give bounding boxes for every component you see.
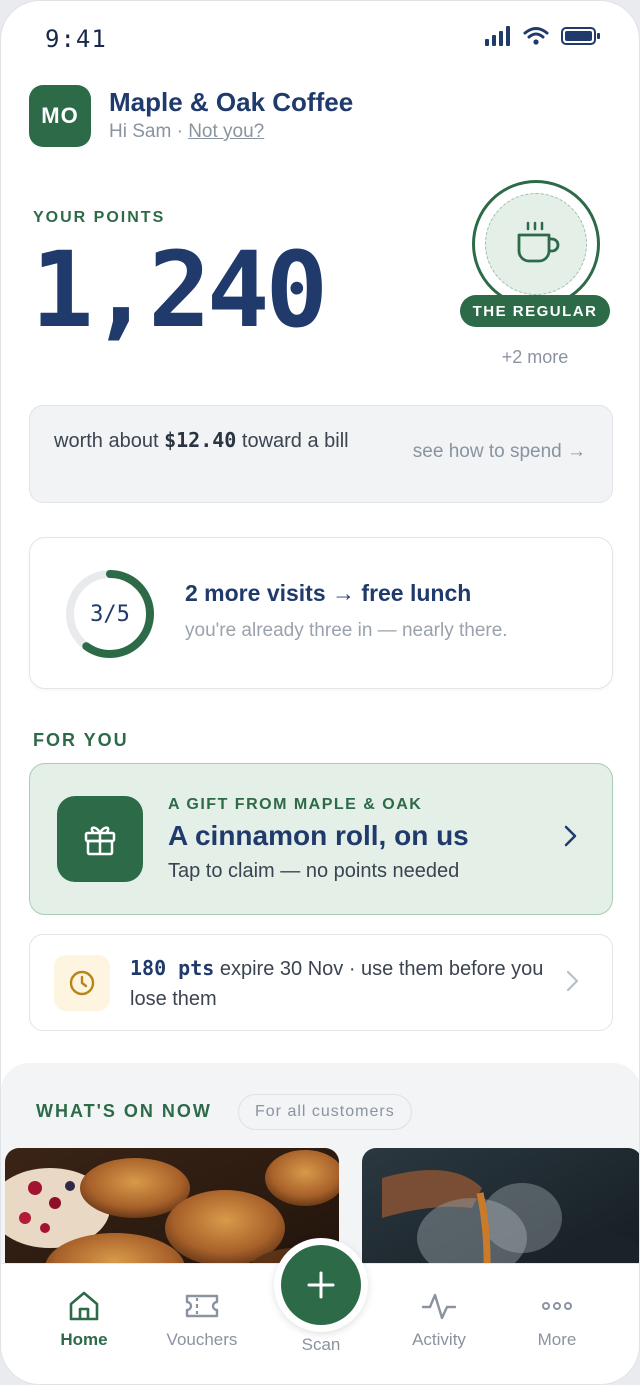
worth-amount: $12.40 <box>164 428 237 452</box>
ticket-icon <box>185 1294 219 1318</box>
worth-prefix: worth about <box>54 430 159 452</box>
gift-eyebrow: A GIFT FROM MAPLE & OAK <box>168 796 423 813</box>
nav-home[interactable]: Home <box>29 1286 139 1350</box>
visits-title: 2 more visits → free lunch <box>185 580 472 606</box>
tier-badge[interactable] <box>472 180 600 308</box>
status-time: 9:41 <box>45 25 107 53</box>
scan-label: Scan <box>301 1335 341 1354</box>
activity-icon <box>421 1293 457 1320</box>
status-icons <box>485 26 601 46</box>
visits-progress-card[interactable]: 3/5 2 more visits → free lunch you're al… <box>29 537 613 689</box>
nav-home-label: Home <box>60 1330 108 1349</box>
not-you-link[interactable]: Not you? <box>188 121 264 142</box>
greeting-text: Hi Sam · <box>109 121 183 142</box>
points-value: 1,240 <box>31 229 328 351</box>
more-dots-icon <box>542 1302 572 1310</box>
for-you-heading: FOR YOU <box>33 730 129 750</box>
points-expiry-card[interactable]: 180 pts expire 30 Nov · use them before … <box>29 934 613 1031</box>
expiry-text: 180 pts expire 30 Nov · use them before … <box>130 953 550 1014</box>
points-worth-text: worth about $12.40 toward a bill <box>54 426 384 455</box>
points-worth-card[interactable]: worth about $12.40 toward a bill see how… <box>29 405 613 503</box>
chevron-right-icon <box>566 970 579 992</box>
shop-name: Maple & Oak Coffee <box>109 87 354 117</box>
nav-activity-label: Activity <box>412 1330 466 1349</box>
tier-badge-label: THE REGULAR <box>460 295 610 327</box>
status-bar: 9:41 <box>1 1 639 71</box>
wifi-icon <box>523 27 549 45</box>
gift-title: A cinnamon roll, on us <box>168 820 469 851</box>
nav-more-label: More <box>537 1330 577 1349</box>
gift-offer-card[interactable]: A GIFT FROM MAPLE & OAK A cinnamon roll,… <box>29 763 613 915</box>
see-how-to-spend-link[interactable]: see how to spend → <box>413 441 586 463</box>
nav-more[interactable]: More <box>502 1286 612 1350</box>
app-screen: 9:41 MO Maple & Oak Coffee Hi Sam · Not … <box>0 0 640 1385</box>
expiry-points: 180 pts <box>130 956 215 980</box>
visits-progress-label: 3/5 <box>90 601 130 627</box>
more-badges-link[interactable]: +2 more <box>460 347 610 368</box>
chevron-right-icon <box>564 825 577 847</box>
greeting: Hi Sam · Not you? <box>109 121 264 143</box>
plus-icon <box>307 1271 335 1299</box>
nav-activity[interactable]: Activity <box>384 1286 494 1350</box>
points-label: YOUR POINTS <box>33 209 166 226</box>
visits-subtitle: you're already three in — nearly there. <box>185 620 508 641</box>
home-icon <box>69 1291 99 1321</box>
scan-button[interactable] <box>281 1245 361 1325</box>
battery-icon <box>561 27 600 45</box>
coffee-cup-icon <box>517 221 560 263</box>
whats-on-now-heading: WHAT'S ON NOW <box>36 1101 212 1121</box>
audience-chip[interactable]: For all customers <box>238 1094 412 1130</box>
gift-subtitle: Tap to claim — no points needed <box>168 860 460 882</box>
gift-icon <box>57 796 143 882</box>
avatar[interactable]: MO <box>29 85 91 147</box>
nav-vouchers[interactable]: Vouchers <box>147 1286 257 1350</box>
signal-icon <box>485 26 510 46</box>
clock-icon <box>54 955 110 1011</box>
worth-suffix: toward a bill <box>241 430 349 452</box>
nav-vouchers-label: Vouchers <box>166 1330 238 1349</box>
tier-badge-inner <box>485 193 587 295</box>
